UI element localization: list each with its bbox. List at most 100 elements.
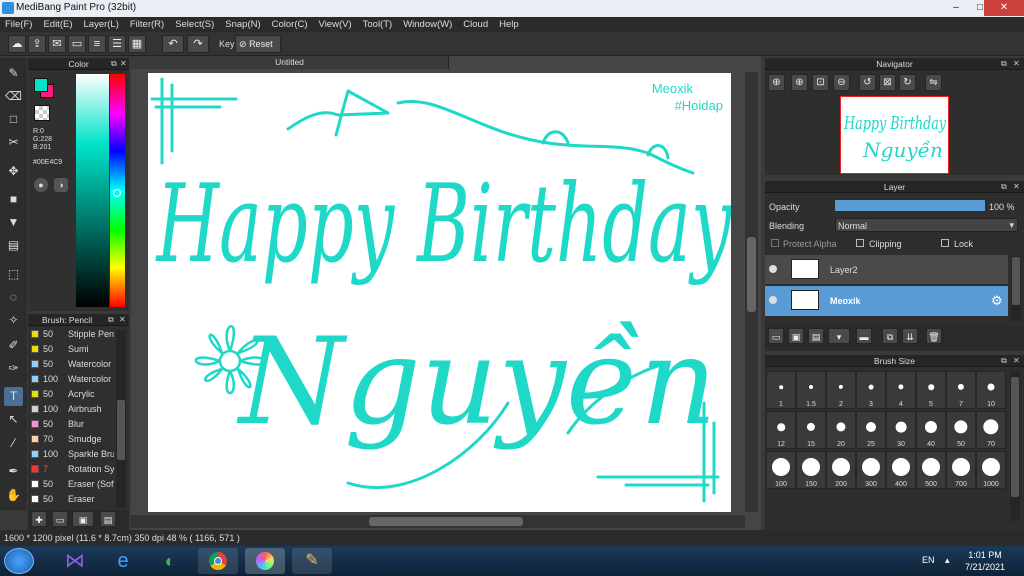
- select-eraser-tool-icon[interactable]: ✑: [4, 359, 23, 378]
- gradient-tool-icon[interactable]: ▤: [4, 236, 23, 255]
- layer-scroll-thumb[interactable]: [1012, 257, 1020, 305]
- clock[interactable]: 1:01 PM 7/21/2021: [965, 549, 1005, 573]
- menu-window[interactable]: Window(W): [398, 17, 458, 32]
- menu-cloud[interactable]: Cloud: [458, 17, 494, 32]
- brush-list-item[interactable]: 50 Acrylic: [28, 387, 114, 402]
- brush-close-icon[interactable]: ✕: [119, 315, 126, 324]
- flip-icon[interactable]: ⇋: [925, 74, 942, 91]
- color-swatches[interactable]: [32, 76, 56, 100]
- trash-icon[interactable]: 🗑: [926, 328, 942, 344]
- menu-snap[interactable]: Snap(N): [220, 17, 266, 32]
- brush-menu-icon[interactable]: ▣: [72, 511, 94, 527]
- brush-size-option[interactable]: 10: [976, 371, 1006, 409]
- cloud-icon[interactable]: ☁: [8, 35, 26, 53]
- eraser-tool-icon[interactable]: ⌫: [4, 87, 23, 106]
- visibility-icon[interactable]: [769, 296, 777, 304]
- menu-edit[interactable]: Edit(E): [38, 17, 78, 32]
- magic-wand-tool-icon[interactable]: ✧: [4, 311, 23, 330]
- brush-size-option[interactable]: 500: [916, 451, 946, 489]
- comment-icon[interactable]: ✉: [48, 35, 66, 53]
- horizontal-scrollbar[interactable]: [131, 515, 745, 528]
- brush-size-option[interactable]: 700: [946, 451, 976, 489]
- brush-size-option[interactable]: 20: [826, 411, 856, 449]
- document-tab[interactable]: Untitled: [131, 56, 449, 69]
- layer-row-meoxik[interactable]: Meoxik ⚙: [765, 286, 1008, 316]
- brush-size-option[interactable]: 5: [916, 371, 946, 409]
- add-layer-icon[interactable]: ▭: [768, 328, 784, 344]
- brush-list-item[interactable]: 50 Blur: [28, 417, 114, 432]
- lasso-tool-icon[interactable]: ✂: [4, 133, 23, 152]
- chrome-icon[interactable]: [198, 548, 238, 574]
- menu-select[interactable]: Select(S): [170, 17, 220, 32]
- brush-size-option[interactable]: 12: [766, 411, 796, 449]
- layer-add-menu-icon[interactable]: ▾: [828, 328, 850, 344]
- eyedropper-tool-icon[interactable]: ⁄: [4, 434, 23, 453]
- brush-size-scrollbar[interactable]: [1010, 371, 1020, 521]
- brush-size-option[interactable]: 200: [826, 451, 856, 489]
- brush-size-option[interactable]: 30: [886, 411, 916, 449]
- zoom-out-icon[interactable]: ⊖: [833, 74, 850, 91]
- brush-size-option[interactable]: 15: [796, 411, 826, 449]
- layer-float-icon[interactable]: ⧉: [1001, 182, 1007, 192]
- brush-list-item[interactable]: 100 Watercolor: [28, 372, 114, 387]
- grid-icon[interactable]: ▦: [128, 35, 146, 53]
- panel-close-icon[interactable]: ✕: [120, 59, 127, 68]
- brush-scroll-thumb[interactable]: [117, 400, 125, 460]
- rotate-right-icon[interactable]: ↻: [899, 74, 916, 91]
- brush-list-item[interactable]: 50 Eraser: [28, 492, 114, 507]
- navigator-close-icon[interactable]: ✕: [1013, 59, 1020, 68]
- layer-settings-gear-icon[interactable]: ⚙: [991, 293, 1003, 309]
- select-pen-tool-icon[interactable]: ✐: [4, 336, 23, 355]
- brush-size-option[interactable]: 3: [856, 371, 886, 409]
- menu-color[interactable]: Color(C): [267, 17, 314, 32]
- hue-marker[interactable]: [113, 189, 121, 197]
- brush-list-item[interactable]: 50 Sumi: [28, 342, 114, 357]
- brush-scrollbar[interactable]: [116, 330, 126, 508]
- brush-list-item[interactable]: 7 Rotation Sy: [28, 462, 114, 477]
- color-settings-icon[interactable]: ◑: [54, 178, 68, 192]
- brush-list-item[interactable]: 100 Airbrush: [28, 402, 114, 417]
- brush-size-option[interactable]: 40: [916, 411, 946, 449]
- opacity-slider[interactable]: [835, 200, 985, 211]
- brush-settings-icon[interactable]: ▤: [100, 511, 116, 527]
- brush-size-option[interactable]: 1000: [976, 451, 1006, 489]
- transparent-swatch[interactable]: [34, 105, 50, 121]
- close-button[interactable]: ✕: [984, 0, 1024, 16]
- coccoc-icon[interactable]: ◐: [150, 548, 190, 574]
- minimize-button[interactable]: –: [944, 0, 968, 16]
- menu-filter[interactable]: Filter(R): [125, 17, 170, 32]
- lock-checkbox[interactable]: [941, 239, 949, 247]
- zoom-in-icon[interactable]: ⊕: [768, 74, 785, 91]
- dropper-tool-icon[interactable]: ✒: [4, 462, 23, 481]
- layer-close-icon[interactable]: ✕: [1013, 182, 1020, 191]
- navigator-preview[interactable]: Happy Birthday Nguyền: [840, 96, 949, 174]
- fill-rect-tool-icon[interactable]: ■: [4, 190, 23, 209]
- rect-select-tool-icon[interactable]: □: [4, 110, 23, 129]
- navigator-float-icon[interactable]: ⧉: [1001, 59, 1007, 69]
- brush-float-icon[interactable]: ⧉: [108, 315, 114, 325]
- rotate-left-icon[interactable]: ↺: [859, 74, 876, 91]
- brush-size-option[interactable]: 150: [796, 451, 826, 489]
- folder-icon[interactable]: ▬: [856, 328, 872, 344]
- merge-layer-icon[interactable]: ⇊: [902, 328, 918, 344]
- brush-list-item[interactable]: 70 Smudge: [28, 432, 114, 447]
- clipping-checkbox[interactable]: [856, 239, 864, 247]
- brush-size-option[interactable]: 50: [946, 411, 976, 449]
- saturation-value-area[interactable]: [76, 74, 109, 307]
- hand-tool-icon[interactable]: ✋: [4, 486, 23, 505]
- float-icon[interactable]: ⧉: [111, 59, 117, 69]
- vertical-scroll-thumb[interactable]: [747, 237, 756, 312]
- reset-button[interactable]: ⊘ Reset: [235, 35, 281, 53]
- brush-list-item[interactable]: 50 Watercolor: [28, 357, 114, 372]
- upload-icon[interactable]: ⇪: [28, 35, 46, 53]
- actual-size-icon[interactable]: ⊠: [879, 74, 896, 91]
- add-halftone-layer-icon[interactable]: ▣: [788, 328, 804, 344]
- brush-size-option[interactable]: 300: [856, 451, 886, 489]
- menu-tool[interactable]: Tool(T): [358, 17, 399, 32]
- language-indicator[interactable]: EN: [922, 555, 935, 565]
- document-icon[interactable]: ≡: [88, 35, 106, 53]
- brush-size-option[interactable]: 1: [766, 371, 796, 409]
- palette-icon[interactable]: ●: [34, 178, 48, 192]
- menu-layer[interactable]: Layer(L): [79, 17, 125, 32]
- vertical-scrollbar[interactable]: [745, 72, 758, 512]
